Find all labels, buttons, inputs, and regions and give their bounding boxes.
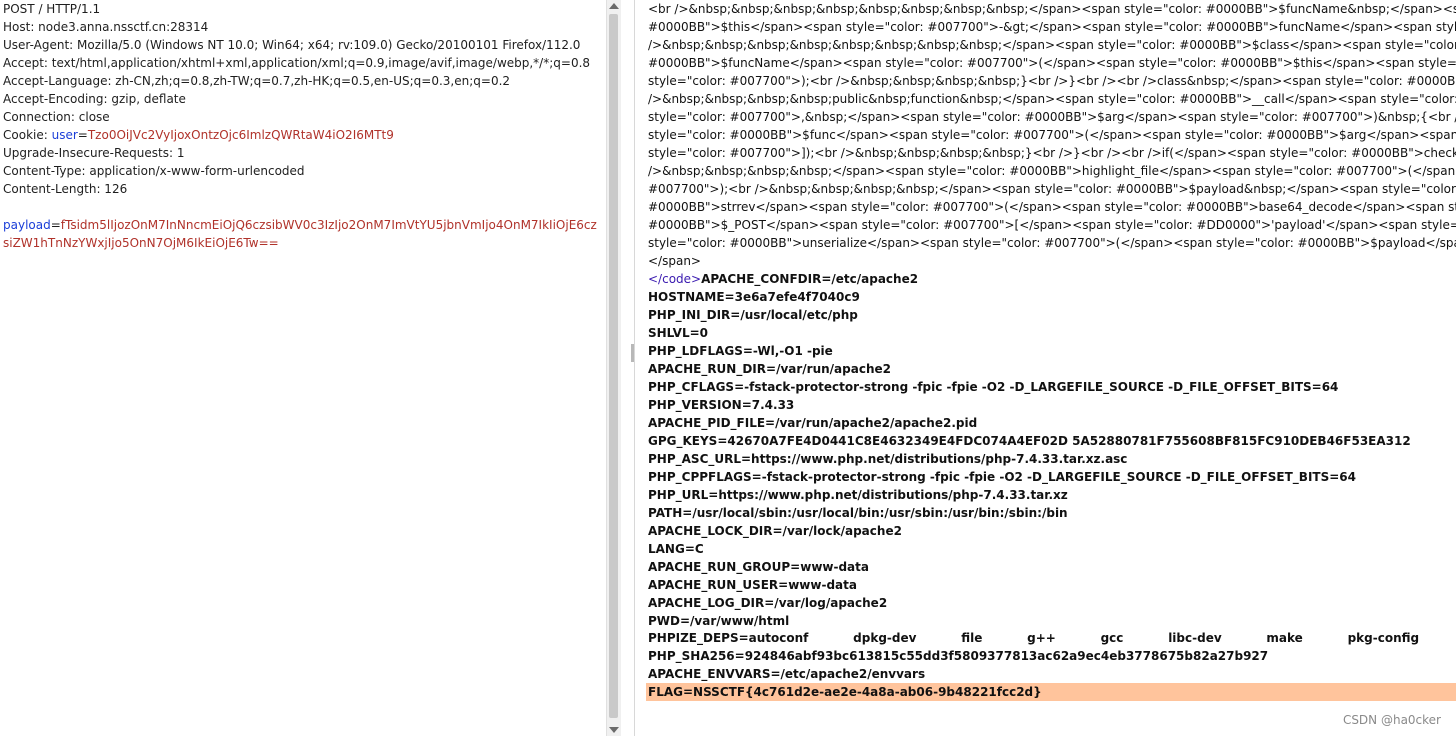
env-line: APACHE_LOCK_DIR=/var/lock/apache2	[648, 524, 902, 538]
payload-param-value: fTsidm5lIjozOnM7InNncmEiOjQ6czsibWV0c3Iz…	[60, 218, 597, 232]
code-line: style="color: #007700">]);<br />&nbsp;&n…	[648, 146, 1456, 160]
env-line-first: </code>APACHE_CONFDIR=/etc/apache2	[648, 270, 918, 288]
connection-header: Connection: close	[3, 110, 110, 124]
code-line: #007700">);<br />&nbsp;&nbsp;&nbsp;&nbsp…	[648, 182, 1456, 196]
env-line: HOSTNAME=3e6a7efe4f7040c9	[648, 290, 860, 304]
cookie-header: Cookie: user=Tzo0OiJVc2VyIjoxOntzOjc6Iml…	[3, 128, 394, 142]
host-header: Host: node3.anna.nssctf.cn:28314	[3, 20, 209, 34]
accept-language-header: Accept-Language: zh-CN,zh;q=0.8,zh-TW;q=…	[3, 74, 511, 88]
request-line: POST / HTTP/1.1	[3, 2, 101, 16]
env-line: APACHE_ENVVARS=/etc/apache2/envvars	[648, 667, 926, 681]
phpize-word: pkg-config	[1347, 631, 1420, 645]
phpize-word: file	[961, 631, 983, 645]
phpize-word: PHPIZE_DEPS=autoconf	[648, 631, 809, 645]
response-viewer[interactable]: <br />&nbsp;&nbsp;&nbsp;&nbsp;&nbsp;&nbs…	[635, 0, 1456, 736]
env-line: APACHE_RUN_DIR=/var/run/apache2	[648, 362, 891, 376]
cookie-value: Tzo0OiJVc2VyIjoxOntzOjc6ImlzQWRtaW4iO2I6…	[87, 128, 394, 142]
env-apache-confdir: APACHE_CONFDIR=/etc/apache2	[701, 272, 919, 286]
env-line: APACHE_RUN_GROUP=www-data	[648, 560, 869, 574]
env-line: PWD=/var/www/html	[648, 614, 790, 628]
code-line: #0000BB">$_POST</span><span style="color…	[648, 218, 1456, 232]
payload-param-value-cont: siZW1hTnNzYWxjIjo5OnN7OjM6IkEiOjE6Tw==	[3, 236, 279, 250]
env-line: PHP_CFLAGS=-fstack-protector-strong -fpi…	[648, 380, 1339, 394]
payload-param-name: payload	[3, 218, 51, 232]
content-length-header: Content-Length: 126	[3, 182, 128, 196]
phpize-word: gcc	[1100, 631, 1124, 645]
request-body-line-1: payload=fTsidm5lIjozOnM7InNncmEiOjQ6czsi…	[3, 218, 597, 232]
code-line: <br />&nbsp;&nbsp;&nbsp;&nbsp;&nbsp;&nbs…	[648, 2, 1456, 16]
code-close-tag: </code>	[648, 272, 702, 286]
code-line: #0000BB">$funcName</span><span style="co…	[648, 56, 1456, 70]
user-agent-header: User-Agent: Mozilla/5.0 (Windows NT 10.0…	[3, 38, 581, 52]
scroll-down-arrow-icon[interactable]	[609, 727, 619, 733]
phpize-word: make	[1266, 631, 1303, 645]
accept-encoding-header: Accept-Encoding: gzip, deflate	[3, 92, 186, 106]
code-line: </span>	[648, 254, 701, 268]
request-body-line-2: siZW1hTnNzYWxjIjo5OnN7OjM6IkEiOjE6Tw==	[3, 234, 279, 252]
env-line: PHP_URL=https://www.php.net/distribution…	[648, 488, 1068, 502]
accept-header: Accept: text/html,application/xhtml+xml,…	[3, 56, 591, 70]
phpize-word: dpkg-dev	[853, 631, 917, 645]
code-line: style="color: #007700">);<br />&nbsp;&nb…	[648, 74, 1456, 88]
request-editor[interactable]: POST / HTTP/1.1 Host: node3.anna.nssctf.…	[0, 0, 605, 736]
code-line: style="color: #0000BB">$func</span><span…	[648, 128, 1456, 142]
code-line: #0000BB">strrev</span><span style="color…	[648, 200, 1456, 214]
phpize-word: g++	[1027, 631, 1056, 645]
env-line: SHLVL=0	[648, 326, 709, 340]
env-line: APACHE_PID_FILE=/var/run/apache2/apache2…	[648, 416, 978, 430]
flag-line[interactable]: FLAG=NSSCTF{4c761d2e-ae2e-4a8a-ab06-9b48…	[648, 683, 1042, 701]
content-type-header: Content-Type: application/x-www-form-url…	[3, 164, 305, 178]
upgrade-insecure-header: Upgrade-Insecure-Requests: 1	[3, 146, 185, 160]
env-line: PHP_INI_DIR=/usr/local/etc/php	[648, 308, 858, 322]
csdn-watermark: CSDN @ha0cker	[1342, 713, 1441, 727]
request-scrollbar[interactable]	[606, 0, 622, 736]
split-divider[interactable]	[621, 0, 634, 736]
env-line: APACHE_LOG_DIR=/var/log/apache2	[648, 596, 888, 610]
code-line: />&nbsp;&nbsp;&nbsp;&nbsp;</span><span s…	[648, 164, 1456, 178]
code-line: />&nbsp;&nbsp;&nbsp;&nbsp;&nbsp;&nbsp;&n…	[648, 38, 1456, 52]
code-line: style="color: #007700">,&nbsp;</span><sp…	[648, 110, 1456, 124]
cookie-name: user	[51, 128, 78, 142]
env-line: APACHE_RUN_USER=www-data	[648, 578, 857, 592]
env-line: PHP_CPPFLAGS=-fstack-protector-strong -f…	[648, 470, 1356, 484]
env-line: PHP_ASC_URL=https://www.php.net/distribu…	[648, 452, 1128, 466]
env-line: LANG=C	[648, 542, 704, 556]
scroll-thumb[interactable]	[609, 14, 618, 718]
env-phpize-deps: PHPIZE_DEPS=autoconf dpkg-dev file g++ g…	[648, 629, 1456, 647]
env-line: PHP_LDFLAGS=-Wl,-O1 -pie	[648, 344, 833, 358]
env-line: GPG_KEYS=42670A7FE4D0441C8E4632349E4FDC0…	[648, 434, 1411, 448]
env-line: PHP_SHA256=924846abf93bc613815c55dd3f580…	[648, 649, 1269, 663]
burp-repeater-view: POST / HTTP/1.1 Host: node3.anna.nssctf.…	[0, 0, 1456, 736]
env-line: PHP_VERSION=7.4.33	[648, 398, 795, 412]
env-line: PATH=/usr/local/sbin:/usr/local/bin:/usr…	[648, 506, 1068, 520]
code-line: />&nbsp;&nbsp;&nbsp;&nbsp;public&nbsp;fu…	[648, 92, 1456, 106]
cookie-label: Cookie:	[3, 128, 52, 142]
phpize-word: libc-dev	[1168, 631, 1222, 645]
code-line: style="color: #0000BB">unserialize</span…	[648, 236, 1456, 250]
scroll-up-arrow-icon[interactable]	[609, 3, 619, 9]
code-line: #0000BB">$this</span><span style="color:…	[648, 20, 1456, 34]
